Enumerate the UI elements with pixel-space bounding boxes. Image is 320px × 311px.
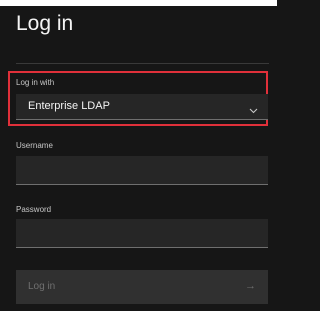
- username-label: Username: [16, 141, 53, 150]
- login-with-label: Log in with: [16, 78, 55, 87]
- login-method-select[interactable]: Enterprise LDAP: [16, 94, 268, 120]
- top-strip: [0, 0, 277, 6]
- login-page: Log in Log in with Enterprise LDAP Usern…: [0, 0, 277, 311]
- login-button-label: Log in: [28, 281, 56, 292]
- title-divider: [16, 63, 269, 64]
- page-title: Log in: [16, 12, 74, 35]
- login-method-value: Enterprise LDAP: [28, 100, 110, 112]
- chevron-down-icon: [249, 102, 258, 114]
- login-button[interactable]: Log in →: [16, 270, 268, 304]
- password-label: Password: [16, 205, 52, 214]
- password-input[interactable]: [16, 219, 268, 248]
- username-input[interactable]: [16, 156, 268, 185]
- arrow-right-icon: →: [245, 280, 256, 292]
